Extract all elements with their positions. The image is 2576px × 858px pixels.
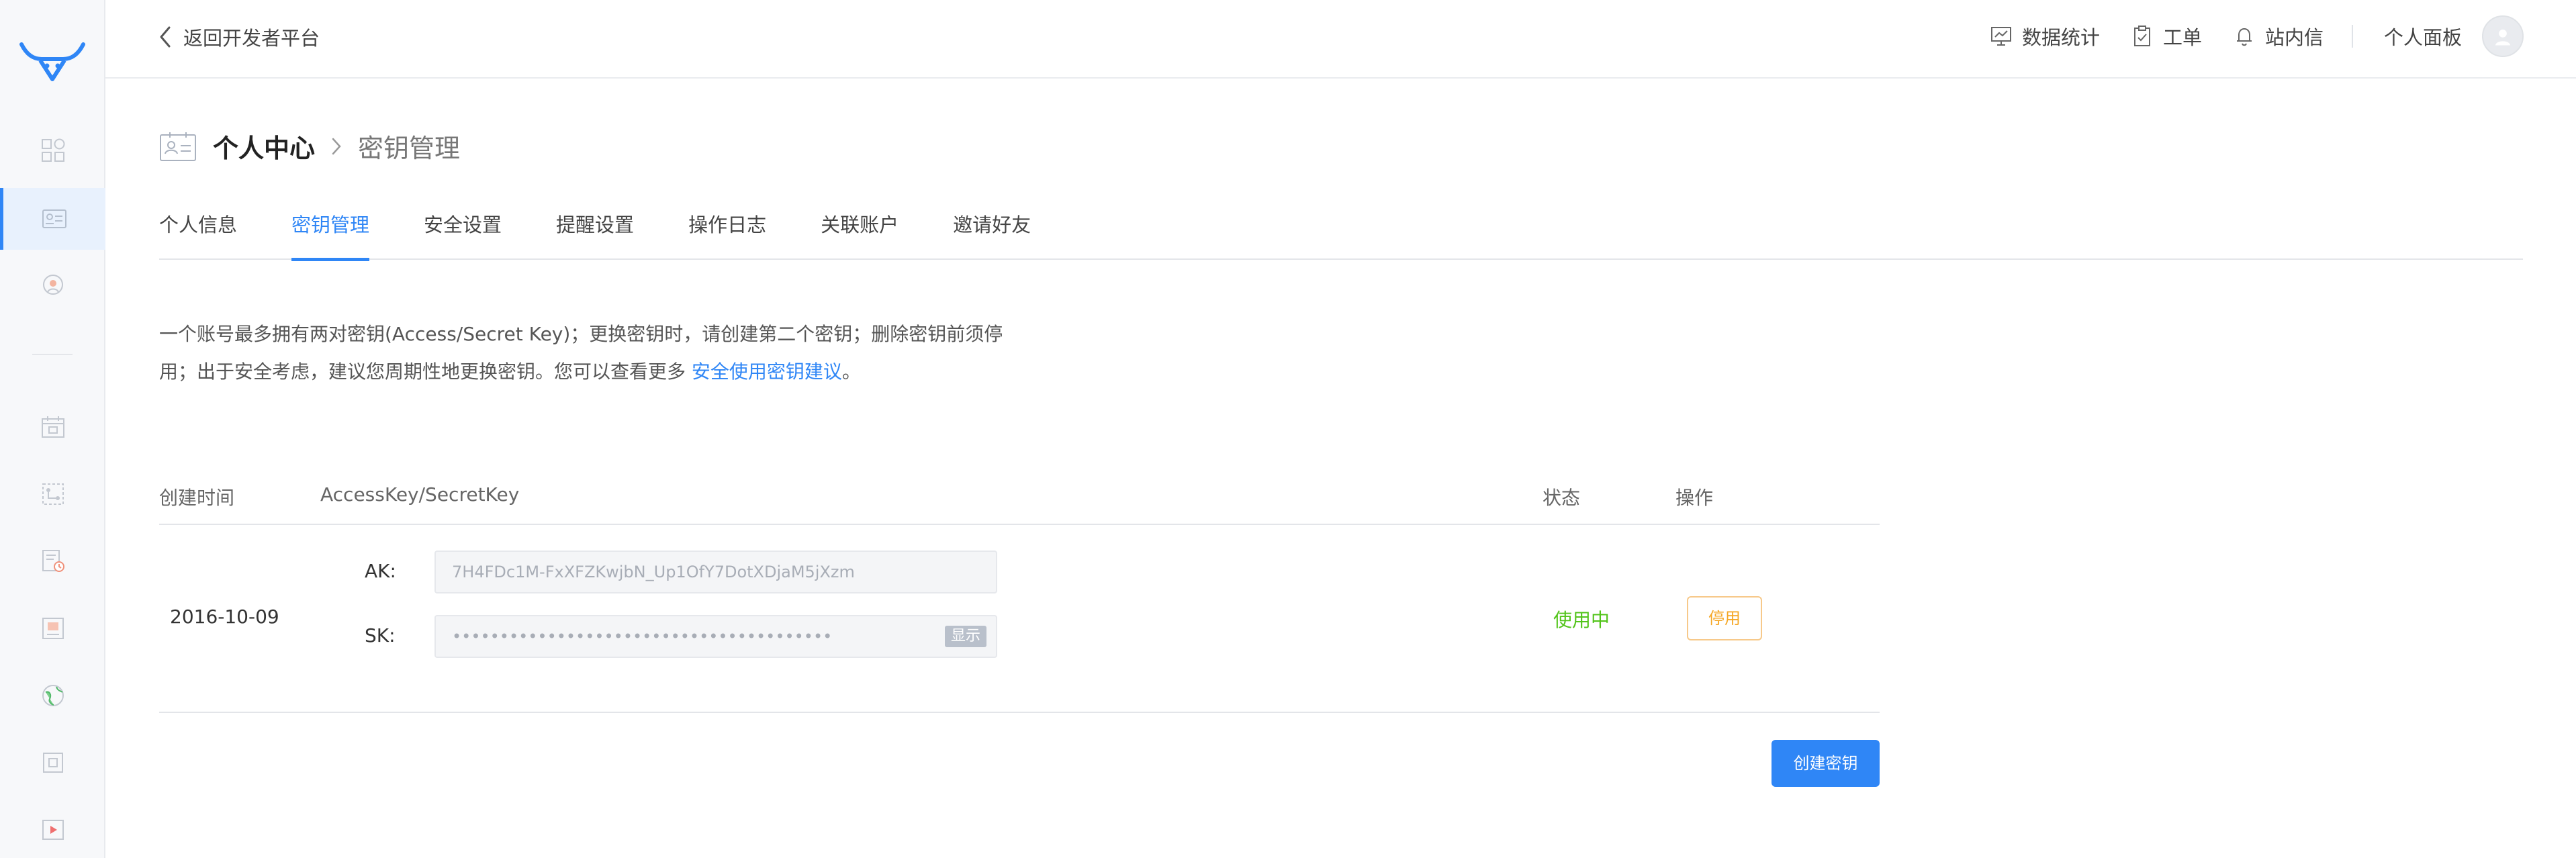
sidebar	[0, 0, 105, 858]
header-data-stats[interactable]: 数据统计	[1990, 22, 2100, 50]
report-clock-icon	[42, 550, 64, 572]
back-link-label: 返回开发者平台	[183, 27, 320, 50]
table-row: 2016-10-09 AK: 7H4FDc1M-FxXFZKwjbN_Up1Of…	[159, 525, 1880, 713]
header-item-label: 数据统计	[2021, 26, 2100, 49]
description-line-1: 一个账号最多拥有两对密钥(Access/Secret Key)；更换密钥时，请创…	[159, 323, 1003, 345]
access-key-value: 7H4FDc1M-FxXFZKwjbN_Up1OfY7DotXDjaM5jXzm	[452, 563, 855, 581]
secret-key-value: ••••••••••••••••••••••••••••••••••••••••	[452, 627, 833, 646]
description-end: 。	[841, 361, 861, 383]
access-key-field[interactable]: 7H4FDc1M-FxXFZKwjbN_Up1OfY7DotXDjaM5jXzm	[434, 551, 997, 593]
tab-security-settings[interactable]: 安全设置	[424, 211, 502, 260]
tab-personal-info[interactable]: 个人信息	[159, 211, 237, 260]
tab-operation-log[interactable]: 操作日志	[688, 211, 766, 260]
chart-icon	[1990, 27, 2011, 46]
grid-icon	[41, 138, 64, 162]
header-actions: 数据统计 工单 站内信 个人面板	[1959, 15, 2524, 57]
sidebar-item-globe[interactable]	[0, 665, 105, 726]
bell-icon	[2236, 28, 2252, 46]
sidebar-item-calendar[interactable]	[0, 396, 105, 458]
key-description: 一个账号最多拥有两对密钥(Access/Secret Key)；更换密钥时，请创…	[159, 316, 1032, 391]
page-subtitle: 密钥管理	[358, 134, 461, 163]
sidebar-item-workflow[interactable]	[0, 463, 105, 525]
sidebar-item-media[interactable]	[0, 598, 105, 659]
tab-linked-accounts[interactable]: 关联账户	[821, 211, 899, 260]
sk-label: SK:	[365, 624, 396, 647]
sidebar-item-reports[interactable]	[0, 530, 105, 592]
header-work-order[interactable]: 工单	[2131, 22, 2202, 50]
disable-key-button[interactable]: 停用	[1687, 596, 1762, 640]
clipboard-icon	[2133, 26, 2150, 46]
user-panel-label: 个人面板	[2383, 26, 2462, 49]
id-card-icon	[42, 209, 66, 228]
logo[interactable]	[17, 35, 87, 83]
tab-key-management[interactable]: 密钥管理	[291, 211, 370, 261]
calendar-icon	[41, 416, 64, 438]
top-header: 返回开发者平台 数据统计 工单 站内信 个人面板	[105, 0, 2576, 79]
sidebar-item-support[interactable]	[0, 254, 105, 316]
column-header-actions: 操作	[1675, 487, 1714, 509]
column-header-created: 创建时间	[159, 487, 235, 509]
page-title-row: 个人中心 密钥管理	[159, 128, 460, 164]
user-avatar-icon	[2495, 30, 2511, 46]
table-header: 创建时间 AccessKey/SecretKey 状态 操作	[159, 470, 1880, 525]
sidebar-item-chip[interactable]	[0, 732, 105, 794]
globe-icon	[42, 685, 64, 706]
chip-icon	[42, 753, 63, 773]
id-card-icon	[160, 132, 196, 161]
ak-label: AK:	[365, 560, 396, 582]
created-date: 2016-10-09	[170, 606, 279, 628]
tab-bar: 个人信息 密钥管理 安全设置 提醒设置 操作日志 关联账户 邀请好友	[159, 211, 2523, 261]
back-to-dev-platform-link[interactable]: 返回开发者平台	[158, 23, 320, 51]
avatar[interactable]	[2482, 15, 2524, 57]
header-messages[interactable]: 站内信	[2233, 22, 2324, 50]
show-secret-button[interactable]: 显示	[944, 626, 986, 647]
chevron-left-icon	[160, 26, 171, 48]
header-item-label: 站内信	[2264, 26, 2324, 49]
header-item-label: 工单	[2162, 26, 2202, 49]
tab-reminder-settings[interactable]: 提醒设置	[556, 211, 634, 260]
create-key-button[interactable]: 创建密钥	[1772, 740, 1880, 787]
headset-icon	[42, 275, 63, 295]
key-table: 创建时间 AccessKey/SecretKey 状态 操作 2016-10-0…	[159, 470, 1880, 713]
page-title[interactable]: 个人中心	[213, 128, 315, 164]
sidebar-item-video[interactable]	[0, 799, 105, 858]
description-text: 用；出于安全考虑，建议您周期性地更换密钥。您可以查看更多	[159, 361, 692, 383]
security-advice-link[interactable]: 安全使用密钥建议	[692, 361, 842, 383]
chevron-right-icon	[332, 138, 341, 154]
sidebar-divider	[32, 354, 73, 355]
workflow-icon	[42, 483, 64, 505]
image-doc-icon	[42, 618, 64, 639]
description-line-2: 用；出于安全考虑，建议您周期性地更换密钥。您可以查看更多 安全使用密钥建议。	[159, 353, 1032, 391]
video-icon	[42, 820, 64, 840]
secret-key-field[interactable]: ••••••••••••••••••••••••••••••••••••••••…	[434, 615, 997, 658]
status-badge: 使用中	[1553, 609, 1610, 631]
column-header-keys: AccessKey/SecretKey	[320, 483, 520, 506]
sidebar-item-profile[interactable]	[0, 188, 105, 250]
column-header-status: 状态	[1543, 487, 1581, 509]
header-user-panel[interactable]: 个人面板	[2384, 15, 2524, 57]
bull-logo-icon	[19, 42, 85, 81]
header-divider	[2351, 25, 2353, 48]
tab-invite-friends[interactable]: 邀请好友	[953, 211, 1031, 260]
sidebar-item-apps[interactable]	[0, 120, 105, 181]
